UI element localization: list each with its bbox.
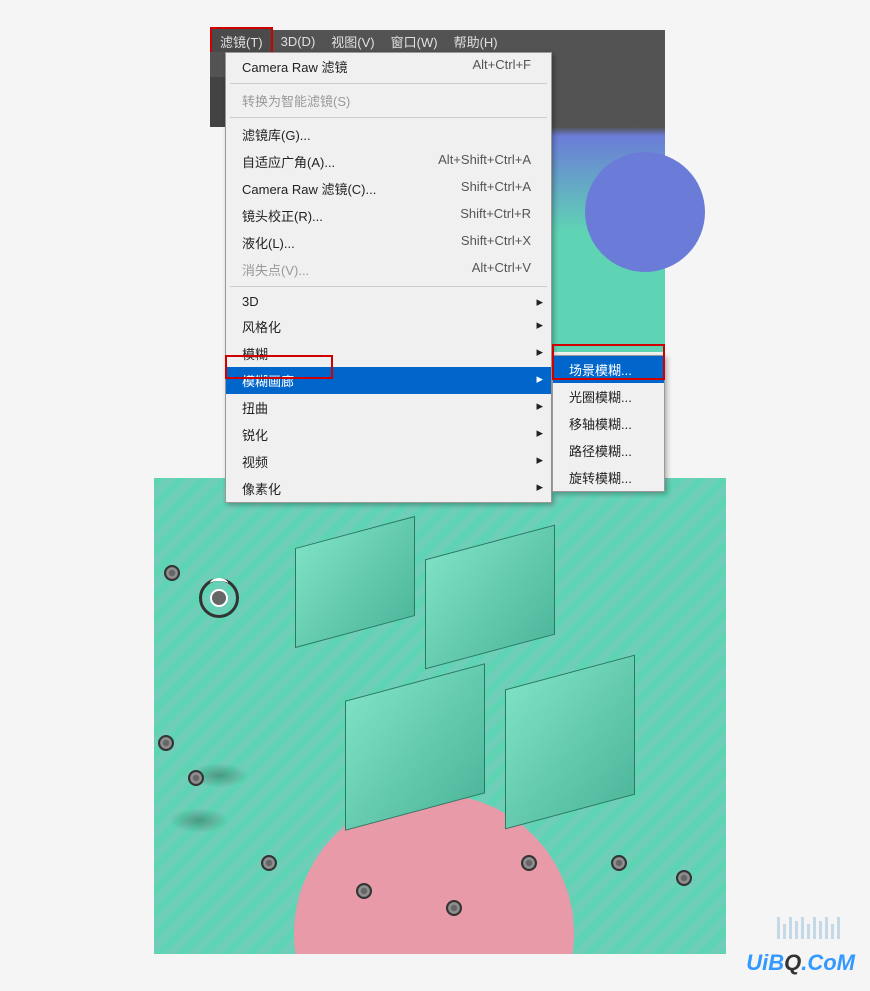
blur-pin[interactable] [188, 770, 204, 786]
chevron-right-icon: ▸ [536, 425, 543, 441]
isometric-text-blocks [215, 502, 665, 882]
menu-label: Camera Raw 滤镜 [242, 57, 347, 76]
blur-pin[interactable] [356, 883, 372, 899]
watermark-text-2: Q [784, 950, 801, 975]
menu-window[interactable]: 窗口(W) [383, 29, 446, 54]
menu-label: 消失点(V)... [242, 260, 309, 279]
menu-separator [230, 286, 547, 287]
menu-label: 模糊画廊 [242, 371, 294, 390]
menu-camera-raw-filter[interactable]: Camera Raw 滤镜(C)... Shift+Ctrl+A [226, 175, 551, 202]
menu-label: 镜头校正(R)... [242, 206, 323, 225]
shadow-decoration [169, 808, 229, 833]
menu-label: 像素化 [242, 479, 281, 498]
menu-label: 路径模糊... [569, 441, 632, 460]
submenu-field-blur[interactable]: 场景模糊... [553, 356, 664, 383]
canvas-artwork[interactable] [154, 478, 726, 954]
filter-dropdown-menu: Camera Raw 滤镜 Alt+Ctrl+F 转换为智能滤镜(S) 滤镜库(… [225, 52, 552, 503]
canvas-background [552, 52, 665, 352]
menu-label: 锐化 [242, 425, 268, 444]
barcode-decoration [777, 917, 840, 939]
submenu-path-blur[interactable]: 路径模糊... [553, 437, 664, 464]
menu-distort-submenu[interactable]: 扭曲 ▸ [226, 394, 551, 421]
menu-label: 旋转模糊... [569, 468, 632, 487]
chevron-right-icon: ▸ [536, 317, 543, 333]
menu-convert-smart-filters: 转换为智能滤镜(S) [226, 87, 551, 114]
submenu-spin-blur[interactable]: 旋转模糊... [553, 464, 664, 491]
menu-label: 场景模糊... [569, 360, 632, 379]
menu-adaptive-wide-angle[interactable]: 自适应广角(A)... Alt+Shift+Ctrl+A [226, 148, 551, 175]
menu-lens-correction[interactable]: 镜头校正(R)... Shift+Ctrl+R [226, 202, 551, 229]
menu-shortcut: Alt+Ctrl+V [472, 260, 531, 279]
menu-3d[interactable]: 3D(D) [273, 31, 324, 52]
blur-pin[interactable] [446, 900, 462, 916]
menu-label: 液化(L)... [242, 233, 295, 252]
menu-shortcut: Shift+Ctrl+X [461, 233, 531, 252]
chevron-right-icon: ▸ [536, 479, 543, 495]
menu-label: 风格化 [242, 317, 281, 336]
menu-label: 移轴模糊... [569, 414, 632, 433]
menu-shortcut: Alt+Ctrl+F [472, 57, 531, 76]
submenu-tilt-shift[interactable]: 移轴模糊... [553, 410, 664, 437]
menu-shortcut: Shift+Ctrl+A [461, 179, 531, 198]
blur-pin[interactable] [158, 735, 174, 751]
menu-label: 转换为智能滤镜(S) [242, 91, 350, 110]
menu-label: 视频 [242, 452, 268, 471]
menu-label: 3D [242, 294, 259, 309]
menu-pixelate-submenu[interactable]: 像素化 ▸ [226, 475, 551, 502]
menu-separator [230, 117, 547, 118]
menu-label: 模糊 [242, 344, 268, 363]
menu-label: Camera Raw 滤镜(C)... [242, 179, 376, 198]
chevron-right-icon: ▸ [536, 344, 543, 360]
menubar: 滤镜(T) 3D(D) 视图(V) 窗口(W) 帮助(H) [210, 30, 665, 52]
menu-shortcut: Alt+Shift+Ctrl+A [438, 152, 531, 171]
watermark: UiBQ.CoM [746, 950, 855, 976]
blur-pin[interactable] [676, 870, 692, 886]
menu-filter-gallery[interactable]: 滤镜库(G)... [226, 121, 551, 148]
menu-blur-submenu[interactable]: 模糊 ▸ [226, 340, 551, 367]
menu-3d-submenu[interactable]: 3D ▸ [226, 290, 551, 313]
canvas-decoration [585, 152, 705, 272]
chevron-right-icon: ▸ [536, 398, 543, 414]
menu-camera-raw-last[interactable]: Camera Raw 滤镜 Alt+Ctrl+F [226, 53, 551, 80]
blur-gallery-submenu: 场景模糊... 光圈模糊... 移轴模糊... 路径模糊... 旋转模糊... [552, 355, 665, 492]
menu-stylize-submenu[interactable]: 风格化 ▸ [226, 313, 551, 340]
chevron-right-icon: ▸ [536, 452, 543, 468]
menu-shortcut: Shift+Ctrl+R [460, 206, 531, 225]
chevron-right-icon: ▸ [536, 294, 543, 310]
menu-blur-gallery-submenu[interactable]: 模糊画廊 ▸ [226, 367, 551, 394]
menu-label: 扭曲 [242, 398, 268, 417]
watermark-text-1: UiB [746, 950, 784, 975]
menu-video-submenu[interactable]: 视频 ▸ [226, 448, 551, 475]
menu-liquify[interactable]: 液化(L)... Shift+Ctrl+X [226, 229, 551, 256]
submenu-iris-blur[interactable]: 光圈模糊... [553, 383, 664, 410]
blur-pin[interactable] [164, 565, 180, 581]
chevron-right-icon: ▸ [536, 371, 543, 387]
blur-pin[interactable] [611, 855, 627, 871]
menu-sharpen-submenu[interactable]: 锐化 ▸ [226, 421, 551, 448]
blur-pin-active[interactable] [199, 578, 239, 618]
menu-label: 光圈模糊... [569, 387, 632, 406]
watermark-text-3: .CoM [801, 950, 855, 975]
menu-label: 自适应广角(A)... [242, 152, 335, 171]
menu-vanishing-point: 消失点(V)... Alt+Ctrl+V [226, 256, 551, 283]
menu-label: 滤镜库(G)... [242, 125, 311, 144]
blur-pin[interactable] [521, 855, 537, 871]
menu-separator [230, 83, 547, 84]
blur-pin[interactable] [261, 855, 277, 871]
menu-view[interactable]: 视图(V) [323, 29, 382, 54]
menu-help[interactable]: 帮助(H) [446, 29, 506, 54]
